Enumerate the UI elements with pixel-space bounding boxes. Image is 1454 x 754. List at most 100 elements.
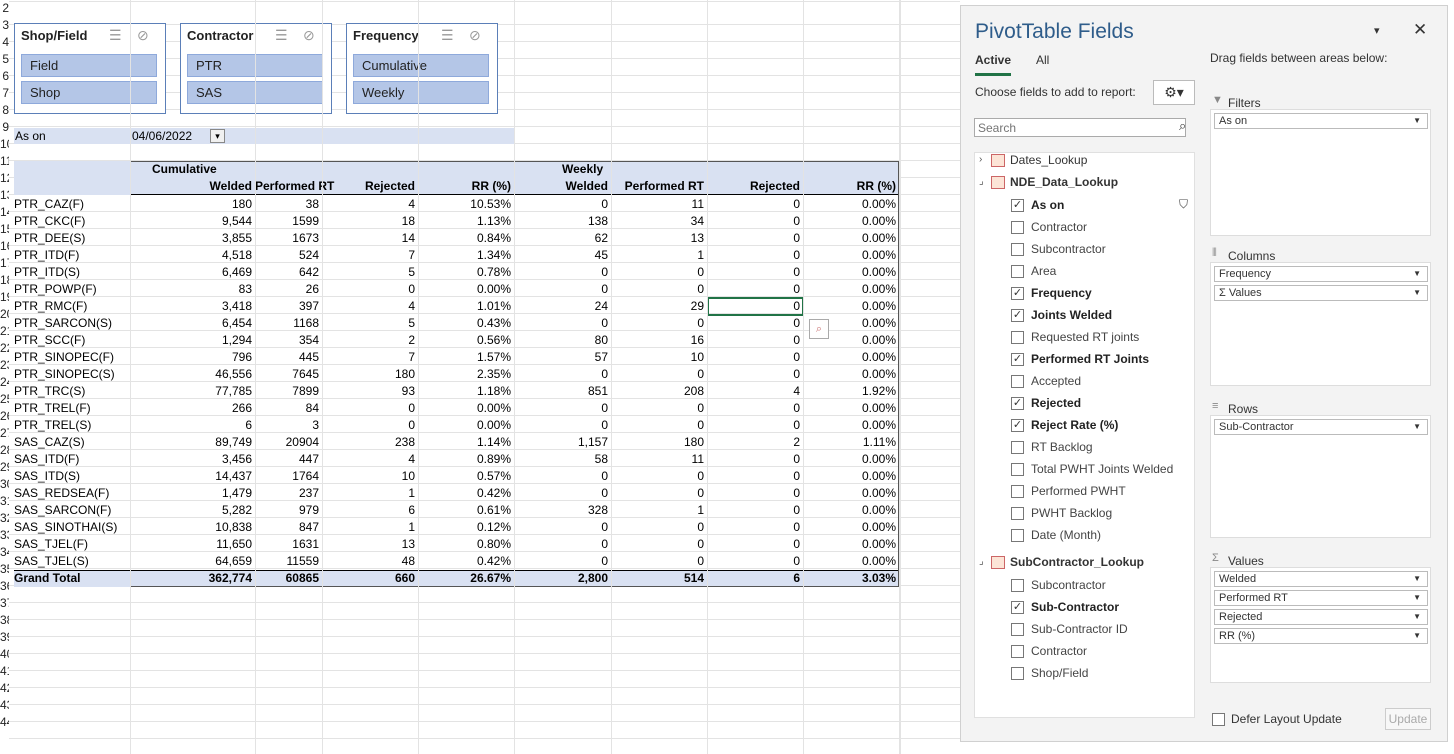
checkbox[interactable] xyxy=(1011,507,1024,520)
search-input[interactable] xyxy=(974,118,1186,137)
checkbox[interactable] xyxy=(1011,485,1024,498)
multi-select-icon[interactable]: ☰ xyxy=(275,27,288,44)
area-field-pill[interactable]: Sub-Contractor ▼ xyxy=(1214,419,1428,435)
values-area-icon: Σ xyxy=(1212,552,1219,564)
multi-select-icon[interactable]: ☰ xyxy=(109,27,122,44)
area-field-pill[interactable]: As on ▼ xyxy=(1214,113,1428,129)
slicer-item[interactable]: Field xyxy=(21,54,157,77)
tab-all[interactable]: All xyxy=(1036,53,1049,67)
field-label[interactable]: As on xyxy=(1031,198,1064,212)
field-label[interactable]: Shop/Field xyxy=(1031,666,1088,680)
dropdown-icon[interactable]: ▼ xyxy=(1413,286,1421,300)
checkbox[interactable] xyxy=(1011,265,1024,278)
field-label[interactable]: Total PWHT Joints Welded xyxy=(1031,462,1173,476)
rows-area[interactable]: Sub-Contractor ▼ xyxy=(1210,415,1431,538)
table-icon xyxy=(991,154,1005,167)
field-label[interactable]: Area xyxy=(1031,264,1056,278)
quick-analysis-icon[interactable]: ⌕ xyxy=(809,319,829,339)
panel-options-icon[interactable]: ▾ xyxy=(1374,24,1380,37)
slicer-frequency: Frequency ☰ ⊘ Cumulative Weekly xyxy=(346,23,498,114)
dropdown-icon[interactable]: ▼ xyxy=(1413,420,1421,434)
defer-checkbox[interactable] xyxy=(1212,713,1225,726)
area-field-pill[interactable]: Welded ▼ xyxy=(1214,571,1428,587)
area-field-pill[interactable]: Σ Values ▼ xyxy=(1214,285,1428,301)
filters-area[interactable]: As on ▼ xyxy=(1210,109,1431,236)
checkbox[interactable] xyxy=(1011,331,1024,344)
dropdown-icon[interactable]: ▼ xyxy=(1413,267,1421,281)
grid-column-line xyxy=(322,0,323,754)
dropdown-icon[interactable]: ▼ xyxy=(1413,610,1421,624)
row-number: 29 xyxy=(0,460,9,474)
checkbox[interactable] xyxy=(1011,375,1024,388)
field-label[interactable]: Performed PWHT xyxy=(1031,484,1126,498)
collapse-icon[interactable]: ⌟ xyxy=(979,556,984,567)
expand-icon[interactable]: › xyxy=(979,154,982,165)
collapse-icon[interactable]: ⌟ xyxy=(979,176,984,187)
columns-area[interactable]: Frequency ▼ Σ Values ▼ xyxy=(1210,262,1431,386)
table-name[interactable]: SubContractor_Lookup xyxy=(1010,555,1144,569)
field-label[interactable]: Contractor xyxy=(1031,644,1087,658)
area-field-pill[interactable]: Rejected ▼ xyxy=(1214,609,1428,625)
selected-cell[interactable] xyxy=(707,297,804,316)
table-name[interactable]: Dates_Lookup xyxy=(1010,153,1087,167)
slicer-item[interactable]: Weekly xyxy=(353,81,489,104)
field-label[interactable]: Frequency xyxy=(1031,286,1092,300)
slicer-item[interactable]: Cumulative xyxy=(353,54,489,77)
dropdown-icon[interactable]: ▼ xyxy=(1413,572,1421,586)
row-number: 16 xyxy=(0,239,9,253)
dropdown-icon[interactable]: ▼ xyxy=(1413,629,1421,643)
clear-filter-icon[interactable]: ⊘ xyxy=(137,27,149,44)
checkbox[interactable] xyxy=(1011,645,1024,658)
field-label[interactable]: Sub-Contractor ID xyxy=(1031,622,1128,636)
area-field-pill[interactable]: RR (%) ▼ xyxy=(1214,628,1428,644)
dropdown-icon[interactable]: ▼ xyxy=(1413,591,1421,605)
field-label[interactable]: Requested RT joints xyxy=(1031,330,1139,344)
field-label[interactable]: Contractor xyxy=(1031,220,1087,234)
clear-filter-icon[interactable]: ⊘ xyxy=(303,27,315,44)
checkbox[interactable] xyxy=(1011,243,1024,256)
pivottable-fields-panel: PivotTable Fields ▾ ✕ Active All Choose field… xyxy=(960,5,1448,742)
field-label[interactable]: PWHT Backlog xyxy=(1031,506,1112,520)
checkbox[interactable]: ✓ xyxy=(1011,199,1024,212)
checkbox[interactable] xyxy=(1011,623,1024,636)
close-icon[interactable]: ✕ xyxy=(1413,20,1427,40)
pill-label: As on xyxy=(1219,115,1248,127)
checkbox[interactable]: ✓ xyxy=(1011,397,1024,410)
field-label[interactable]: Subcontractor xyxy=(1031,578,1106,592)
field-label[interactable]: Subcontractor xyxy=(1031,242,1106,256)
checkbox[interactable]: ✓ xyxy=(1011,309,1024,322)
multi-select-icon[interactable]: ☰ xyxy=(441,27,454,44)
values-area[interactable]: Welded ▼ Performed RT ▼ Rejected ▼ RR (%) ▼ xyxy=(1210,567,1431,683)
field-label[interactable]: Date (Month) xyxy=(1031,528,1101,542)
area-field-pill[interactable]: Performed RT ▼ xyxy=(1214,590,1428,606)
field-label[interactable]: RT Backlog xyxy=(1031,440,1093,454)
slicer-item[interactable]: Shop xyxy=(21,81,157,104)
field-label[interactable]: Sub-Contractor xyxy=(1031,600,1119,614)
field-label[interactable]: Performed RT Joints xyxy=(1031,352,1149,366)
checkbox[interactable] xyxy=(1011,667,1024,680)
dropdown-icon[interactable]: ▼ xyxy=(1413,114,1421,128)
table-name[interactable]: NDE_Data_Lookup xyxy=(1010,175,1118,189)
update-button[interactable]: Update xyxy=(1385,708,1431,730)
field-label[interactable]: Reject Rate (%) xyxy=(1031,418,1118,432)
worksheet-grid[interactable]: 2345678910111213141516171819202122232425… xyxy=(0,0,960,754)
filter-icon: ⛉ xyxy=(1179,197,1189,211)
field-label[interactable]: Rejected xyxy=(1031,396,1081,410)
tab-active[interactable]: Active xyxy=(975,53,1012,76)
area-field-pill[interactable]: Frequency ▼ xyxy=(1214,266,1428,282)
checkbox[interactable]: ✓ xyxy=(1011,353,1024,366)
filter-dropdown-icon[interactable]: ▾ xyxy=(210,129,225,143)
checkbox[interactable] xyxy=(1011,221,1024,234)
checkbox[interactable] xyxy=(1011,463,1024,476)
checkbox[interactable] xyxy=(1011,529,1024,542)
clear-filter-icon[interactable]: ⊘ xyxy=(469,27,481,44)
checkbox[interactable] xyxy=(1011,441,1024,454)
checkbox[interactable]: ✓ xyxy=(1011,419,1024,432)
field-label[interactable]: Accepted xyxy=(1031,374,1081,388)
row-number: 8 xyxy=(2,103,9,117)
tools-gear-icon[interactable]: ⚙▾ xyxy=(1153,80,1195,105)
checkbox[interactable] xyxy=(1011,579,1024,592)
checkbox[interactable]: ✓ xyxy=(1011,287,1024,300)
field-label[interactable]: Joints Welded xyxy=(1031,308,1112,322)
checkbox[interactable]: ✓ xyxy=(1011,601,1024,614)
